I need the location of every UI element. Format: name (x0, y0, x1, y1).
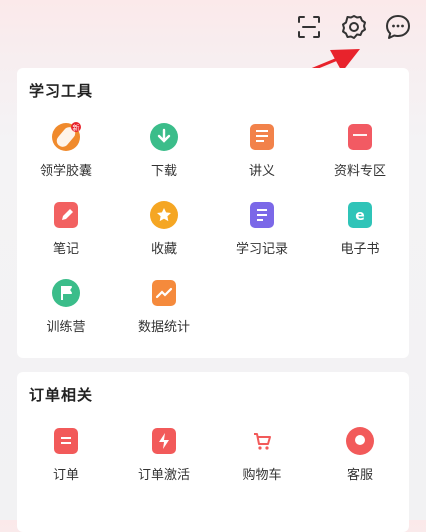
orders-title: 订单相关 (29, 386, 94, 404)
book-icon (247, 122, 277, 152)
study-tools-title: 学习工具 (29, 82, 94, 100)
tool-label: 学习记录 (235, 242, 288, 257)
order-label: 订单激活 (137, 468, 190, 483)
orders-card: 订单相关 订单 订单激活 购物车 客服 (17, 372, 409, 532)
top-bar (0, 0, 426, 58)
tool-item[interactable]: 新领学胶囊 (17, 122, 115, 192)
tool-label: 收藏 (150, 242, 177, 257)
activate-icon (149, 426, 179, 456)
capsule-icon: 新 (51, 122, 81, 152)
record-icon (247, 200, 277, 230)
chart-icon (149, 278, 179, 308)
scan-icon[interactable] (294, 12, 324, 42)
order-icon (51, 426, 81, 456)
gear-icon[interactable] (339, 12, 369, 42)
tool-label: 下载 (150, 164, 177, 179)
download-icon (149, 122, 179, 152)
svg-text:新: 新 (73, 123, 80, 132)
cart-icon (247, 426, 277, 456)
star-icon (149, 200, 179, 230)
tool-label: 训练营 (46, 320, 86, 335)
flag-icon (51, 278, 81, 308)
note-icon (51, 200, 81, 230)
message-icon[interactable] (383, 12, 413, 42)
tool-item[interactable]: 收藏 (115, 200, 213, 270)
tool-label: 资料专区 (333, 164, 386, 179)
tool-item[interactable]: e 电子书 (311, 200, 409, 270)
order-item[interactable]: 客服 (311, 426, 409, 496)
tool-item[interactable]: 笔记 (17, 200, 115, 270)
order-label: 订单 (52, 468, 79, 483)
study-tools-card: 学习工具 新领学胶囊 下载 讲义 资料专区 笔记 收藏 学习记录 e 电子书 训练营 数据统计 (17, 68, 409, 358)
tool-label: 笔记 (52, 242, 79, 257)
tool-label: 讲义 (248, 164, 275, 179)
ebook-icon: e (345, 200, 375, 230)
svg-text:e: e (355, 208, 365, 224)
folder-icon (345, 122, 375, 152)
tool-label: 领学胶囊 (39, 164, 92, 179)
tool-item[interactable]: 资料专区 (311, 122, 409, 192)
tool-item[interactable]: 训练营 (17, 278, 115, 348)
order-label: 购物车 (242, 468, 282, 483)
tool-item[interactable]: 下载 (115, 122, 213, 192)
tool-label: 数据统计 (137, 320, 190, 335)
tool-item[interactable]: 学习记录 (213, 200, 311, 270)
order-item[interactable]: 订单激活 (115, 426, 213, 496)
order-item[interactable]: 购物车 (213, 426, 311, 496)
tool-item[interactable]: 数据统计 (115, 278, 213, 348)
order-item[interactable]: 订单 (17, 426, 115, 496)
tool-label: 电子书 (340, 242, 380, 257)
tool-item[interactable]: 讲义 (213, 122, 311, 192)
order-label: 客服 (346, 468, 373, 483)
service-icon (345, 426, 375, 456)
